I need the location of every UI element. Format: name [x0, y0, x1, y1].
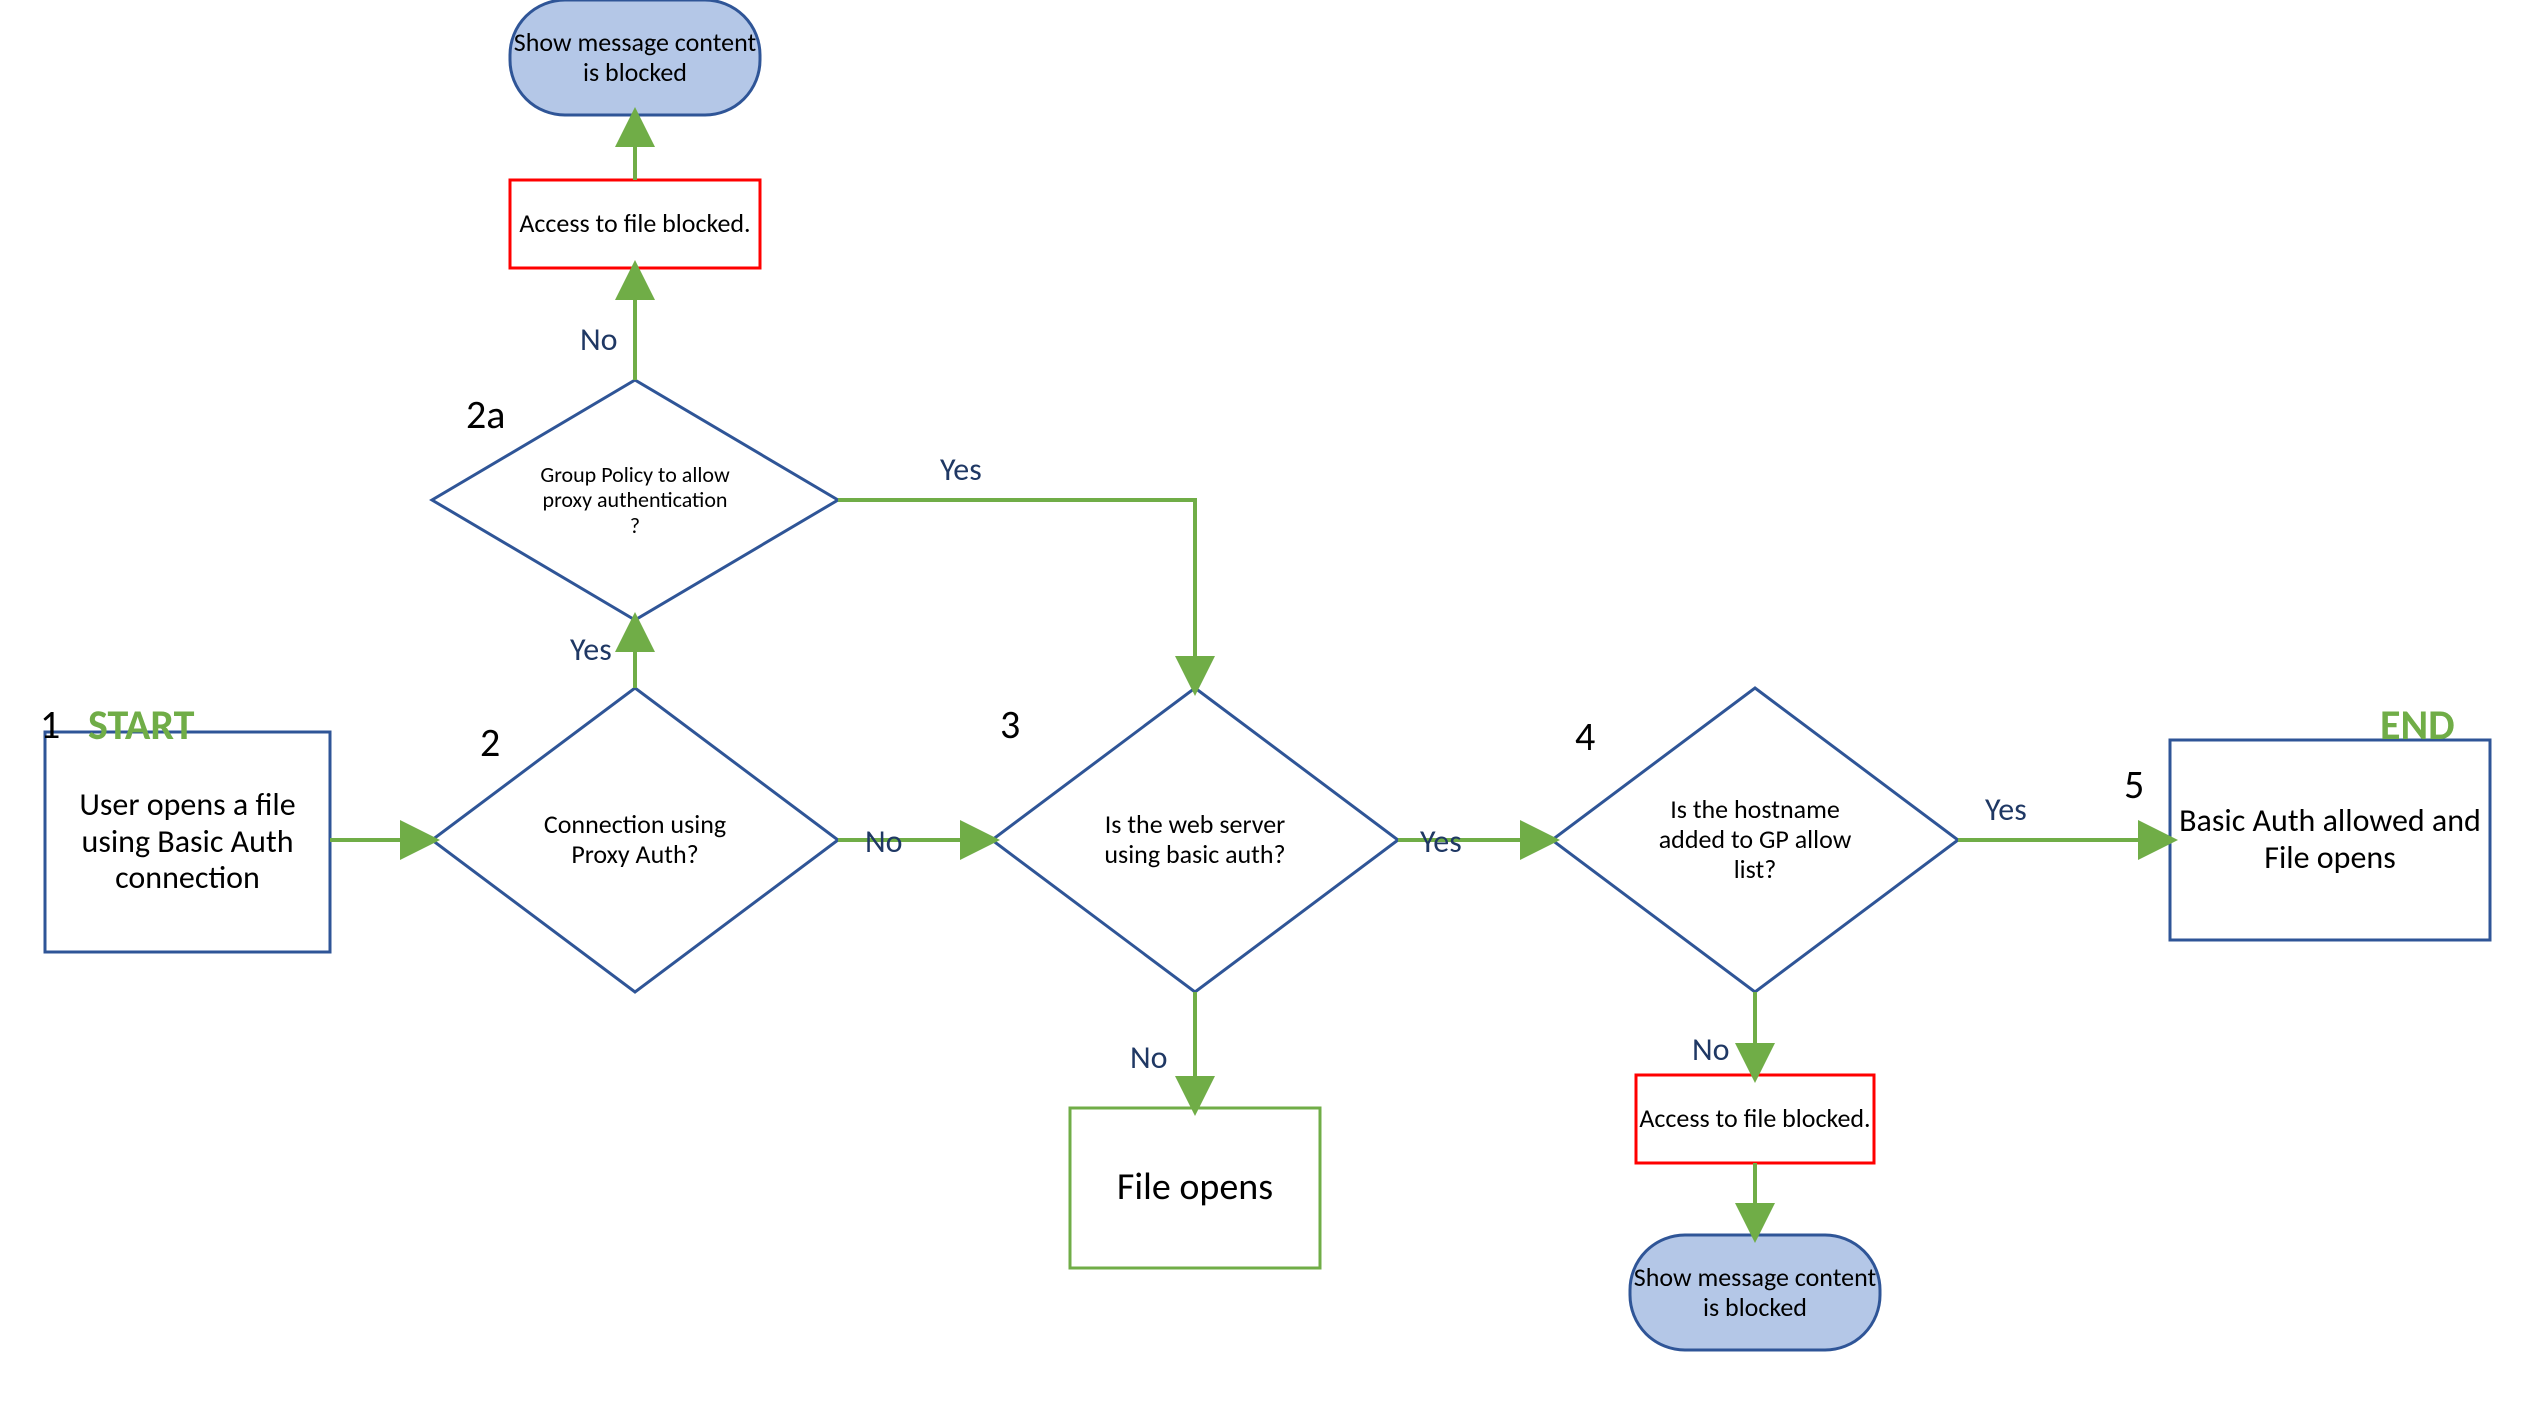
- num-5: 5: [2124, 760, 2144, 809]
- yn-2a-no: No: [580, 320, 618, 359]
- num-4: 4: [1575, 712, 1595, 761]
- yn-4-yes: Yes: [1985, 790, 2027, 829]
- msg-top-text: Show message content is blocked: [510, 0, 760, 115]
- yn-3-no: No: [1130, 1038, 1168, 1077]
- node-5-text: Basic Auth allowed and File opens: [2170, 740, 2490, 940]
- node-1-text: User opens a file using Basic Auth conne…: [45, 732, 330, 952]
- node-4-text: Is the hostname added to GP allow list?: [1655, 770, 1855, 910]
- conn-2a-3: [838, 500, 1195, 688]
- yn-2-no: No: [865, 822, 903, 861]
- blocked-bottom-text: Access to file blocked.: [1636, 1075, 1874, 1163]
- num-3: 3: [1000, 700, 1020, 749]
- node-3-text: Is the web server using basic auth?: [1095, 760, 1295, 920]
- num-2: 2: [480, 718, 500, 767]
- blocked-top-text: Access to file blocked.: [510, 180, 760, 268]
- yn-3-yes: Yes: [1420, 822, 1462, 861]
- yn-2-yes: Yes: [570, 630, 612, 669]
- num-2a: 2a: [466, 390, 505, 439]
- flowchart-canvas: START END 1 2 2a 3 4 5 User opens a file…: [0, 0, 2532, 1416]
- node-2-text: Connection using Proxy Auth?: [535, 770, 735, 910]
- yn-2a-yes: Yes: [940, 450, 982, 489]
- file-opens-text: File opens: [1070, 1108, 1320, 1268]
- msg-bottom-text: Show message content is blocked: [1630, 1235, 1880, 1350]
- yn-4-no: No: [1692, 1030, 1730, 1069]
- node-2a-text: Group Policy to allow proxy authenticati…: [540, 430, 730, 570]
